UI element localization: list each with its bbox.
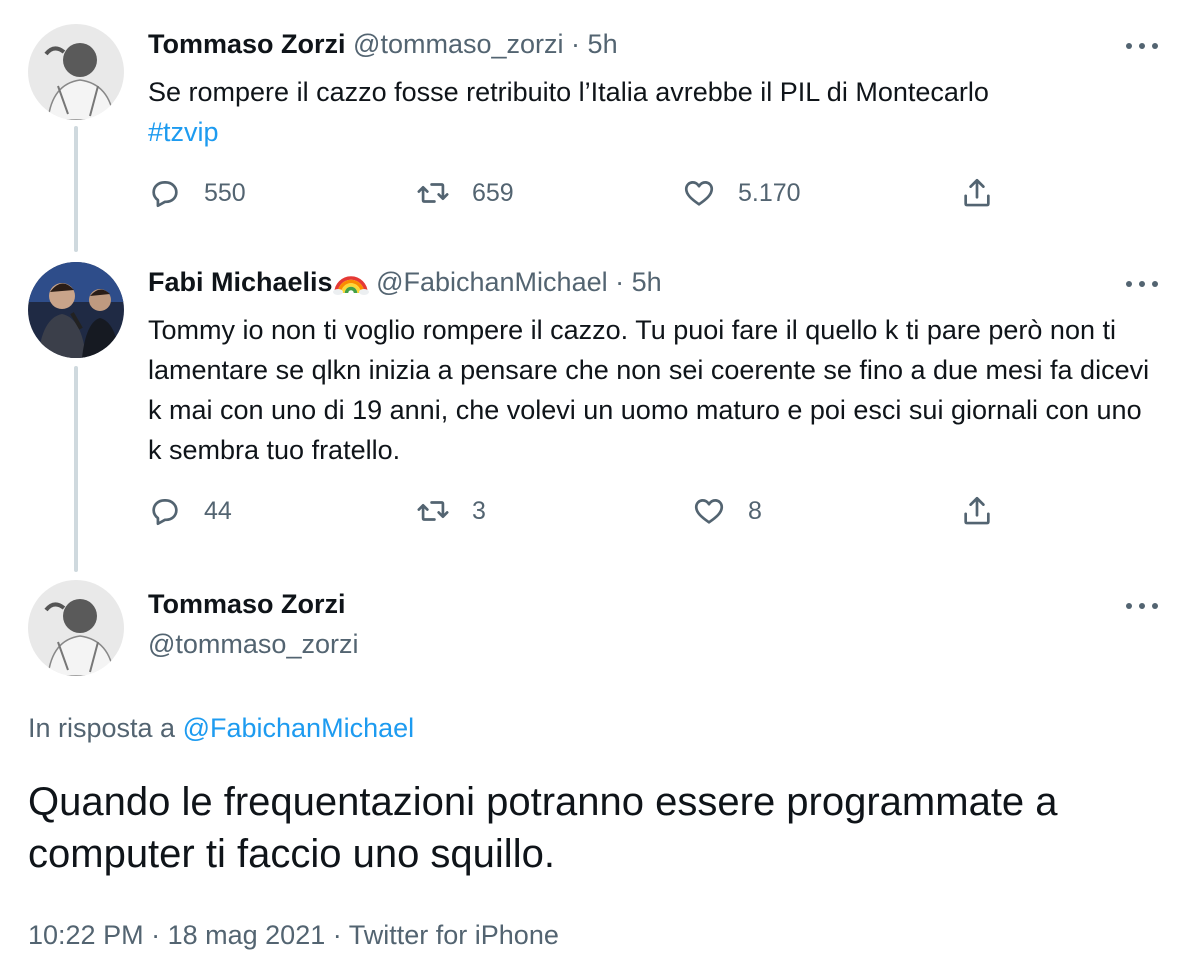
retweet-button[interactable]: 659 bbox=[416, 176, 514, 210]
share-button[interactable] bbox=[960, 494, 994, 528]
like-count: 5.170 bbox=[738, 178, 801, 207]
tweet-header: Fabi Michaelis @FabichanMichael · 5h bbox=[148, 264, 662, 300]
author-handle[interactable]: @tommaso_zorzi bbox=[353, 29, 563, 59]
more-icon[interactable] bbox=[1122, 36, 1162, 56]
timestamp[interactable]: 5h bbox=[632, 267, 662, 297]
more-icon[interactable] bbox=[1122, 274, 1162, 294]
tweet-text: Tommy io non ti voglio rompere il cazzo.… bbox=[148, 310, 1158, 470]
reply-button[interactable]: 550 bbox=[148, 176, 246, 210]
reply-icon bbox=[152, 499, 178, 526]
reply-count: 44 bbox=[204, 496, 232, 525]
more-icon[interactable] bbox=[1122, 596, 1162, 616]
share-icon bbox=[964, 178, 990, 207]
retweet-button[interactable]: 3 bbox=[416, 494, 486, 528]
separator: · bbox=[615, 267, 625, 297]
avatar[interactable] bbox=[28, 24, 124, 120]
rainbow-emoji bbox=[332, 276, 369, 295]
timestamp[interactable]: 5h bbox=[588, 29, 618, 59]
retweet-icon bbox=[417, 183, 449, 203]
like-button[interactable]: 5.170 bbox=[682, 176, 801, 210]
thread-line bbox=[74, 126, 78, 252]
tweet-source[interactable]: Twitter for iPhone bbox=[349, 920, 559, 950]
retweet-icon bbox=[417, 501, 449, 521]
separator: · bbox=[151, 920, 161, 950]
author-name[interactable]: Tommaso Zorzi bbox=[148, 586, 358, 622]
retweet-count: 659 bbox=[472, 178, 514, 207]
tweet-meta: 10:22 PM · 18 mag 2021 · Twitter for iPh… bbox=[28, 915, 559, 955]
tweet-text: Se rompere il cazzo fosse retribuito l’I… bbox=[148, 72, 1158, 152]
reply-count: 550 bbox=[204, 178, 246, 207]
heart-icon bbox=[694, 499, 724, 524]
tweet-header: Tommaso Zorzi @tommaso_zorzi · 5h bbox=[148, 26, 618, 62]
avatar[interactable] bbox=[28, 262, 124, 358]
reply-context: In risposta a @FabichanMichael bbox=[28, 708, 414, 748]
reply-button[interactable]: 44 bbox=[148, 494, 232, 528]
reply-prefix: In risposta a bbox=[28, 713, 176, 743]
author-block: Tommaso Zorzi @tommaso_zorzi bbox=[148, 586, 358, 662]
author-name[interactable]: Tommaso Zorzi bbox=[148, 29, 346, 59]
tweet-body: Se rompere il cazzo fosse retribuito l’I… bbox=[148, 77, 989, 107]
tweet-time[interactable]: 10:22 PM bbox=[28, 920, 144, 950]
author-handle[interactable]: @tommaso_zorzi bbox=[148, 626, 358, 662]
thread-line bbox=[74, 366, 78, 572]
like-count: 8 bbox=[748, 496, 762, 525]
separator: · bbox=[571, 29, 581, 59]
tweet-body: Tommy io non ti voglio rompere il cazzo.… bbox=[148, 315, 1150, 465]
retweet-count: 3 bbox=[472, 496, 486, 525]
avatar[interactable] bbox=[28, 580, 124, 676]
tweet-date[interactable]: 18 mag 2021 bbox=[168, 920, 326, 950]
hashtag-link[interactable]: #tzvip bbox=[148, 117, 219, 147]
share-button[interactable] bbox=[960, 176, 994, 210]
reply-to-link[interactable]: @FabichanMichael bbox=[183, 713, 415, 743]
separator: · bbox=[332, 920, 342, 950]
tweet-text: Quando le frequentazioni potranno essere… bbox=[28, 780, 1058, 876]
like-button[interactable]: 8 bbox=[692, 494, 762, 528]
reply-icon bbox=[152, 181, 178, 208]
author-handle[interactable]: @FabichanMichael bbox=[376, 267, 608, 297]
author-name[interactable]: Fabi Michaelis bbox=[148, 267, 333, 297]
heart-icon bbox=[684, 181, 714, 206]
share-icon bbox=[964, 496, 990, 525]
